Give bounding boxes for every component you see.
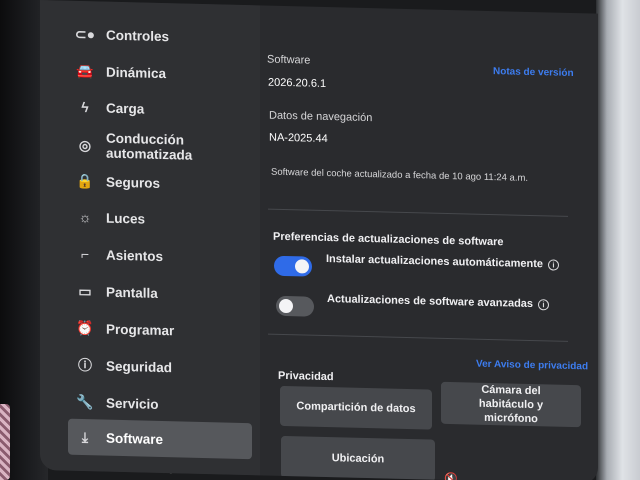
sidebar-item-navegacion[interactable]: ➤ Navegación: [68, 459, 252, 480]
navigation-icon: ➤: [79, 467, 91, 480]
toggle-icon: ⊂●: [74, 25, 96, 42]
sidebar-item-label: Luces: [106, 210, 146, 227]
privacy-notice-link[interactable]: Ver Aviso de privacidad: [476, 359, 588, 373]
divider: [268, 333, 568, 342]
display-icon: ▭: [78, 282, 92, 299]
alarm-clock-icon: ⏰: [76, 319, 94, 336]
download-icon: ⤓: [81, 428, 89, 445]
nav-data-version: NA-2025.44: [269, 131, 328, 146]
sidebar-item-label: Servicio: [106, 395, 159, 412]
settings-screen: ⊂● Controles 🚘 Dinámica ϟ Carga ◎ Conduc…: [40, 0, 598, 480]
sidebar-item-label: Navegación: [106, 469, 182, 480]
auto-install-toggle[interactable]: [274, 255, 312, 277]
sidebar-item-label: Seguros: [106, 174, 161, 191]
info-icon[interactable]: i: [548, 259, 560, 271]
auto-install-label: Instalar actualizaciones automáticamente: [326, 252, 544, 271]
sidebar-item-label: Asientos: [106, 247, 164, 264]
sidebar-item-servicio[interactable]: 🔧 Servicio: [68, 385, 252, 423]
lightning-icon: ϟ: [81, 99, 89, 116]
advanced-updates-toggle[interactable]: [276, 295, 314, 317]
software-section-title: Software: [267, 53, 311, 67]
sidebar-item-pantalla[interactable]: ▭ Pantalla: [68, 274, 252, 312]
sidebar-item-label: Software: [106, 430, 164, 447]
background-object: [0, 404, 10, 480]
sidebar-item-dinamica[interactable]: 🚘 Dinámica: [68, 54, 252, 92]
sidebar-item-label: Conducción automatizada: [106, 130, 193, 163]
sidebar-item-seguros[interactable]: 🔒 Seguros: [68, 164, 252, 202]
release-notes-link[interactable]: Notas de versión: [493, 66, 574, 79]
steering-wheel-icon: ◎: [78, 136, 92, 153]
lock-icon: 🔒: [76, 172, 94, 189]
advanced-updates-option: Actualizaciones de software avanzadas i: [327, 293, 550, 311]
toggle-knob: [295, 259, 309, 274]
wrench-icon: 🔧: [76, 393, 94, 410]
sidebar-item-label: Controles: [106, 27, 170, 44]
toggle-knob: [279, 298, 293, 314]
cabin-camera-button[interactable]: Cámara del habitáculo y micrófono: [441, 381, 581, 428]
photo-background-right: [596, 0, 640, 480]
sidebar-item-software[interactable]: ⤓ Software: [68, 418, 252, 460]
sidebar-item-luces[interactable]: ☼ Luces: [68, 200, 252, 238]
alert-circle-icon: ⓘ: [78, 356, 92, 374]
settings-sidebar: ⊂● Controles 🚘 Dinámica ϟ Carga ◎ Conduc…: [40, 0, 260, 480]
auto-install-option: Instalar actualizaciones automáticamente…: [326, 252, 560, 271]
sidebar-item-controles[interactable]: ⊂● Controles: [68, 17, 252, 55]
update-preferences-title: Preferencias de actualizaciones de softw…: [273, 230, 504, 249]
advanced-updates-label: Actualizaciones de software avanzadas: [327, 293, 534, 311]
sidebar-item-carga[interactable]: ϟ Carga: [68, 90, 252, 128]
sidebar-item-asientos[interactable]: ⌐ Asientos: [68, 237, 252, 275]
location-button[interactable]: Ubicación: [281, 435, 435, 480]
light-icon: ☼: [78, 208, 92, 226]
sidebar-item-label: Carga: [106, 100, 145, 117]
update-status-text: Software del coche actualizado a fecha d…: [271, 166, 529, 184]
data-sharing-button[interactable]: Compartición de datos: [280, 385, 432, 430]
sidebar-item-conduccion-automatizada[interactable]: ◎ Conducción automatizada: [68, 125, 252, 169]
car-icon: 🚘: [76, 62, 94, 79]
nav-data-title: Datos de navegación: [269, 109, 373, 125]
sidebar-item-label: Programar: [106, 321, 175, 338]
privacy-title: Privacidad: [278, 369, 334, 384]
software-version: 2026.20.6.1: [268, 76, 327, 90]
software-panel: Software Notas de versión 2026.20.6.1 Da…: [260, 5, 598, 480]
seat-icon: ⌐: [80, 245, 90, 263]
mute-icon[interactable]: 🔇: [444, 472, 458, 480]
sidebar-item-label: Dinámica: [106, 64, 167, 81]
sidebar-item-seguridad[interactable]: ⓘ Seguridad: [68, 348, 252, 386]
sidebar-item-label: Pantalla: [106, 284, 158, 301]
sidebar-item-programar[interactable]: ⏰ Programar: [68, 311, 252, 349]
info-icon[interactable]: i: [538, 298, 550, 311]
sidebar-item-label: Seguridad: [106, 358, 173, 375]
divider: [268, 208, 568, 217]
